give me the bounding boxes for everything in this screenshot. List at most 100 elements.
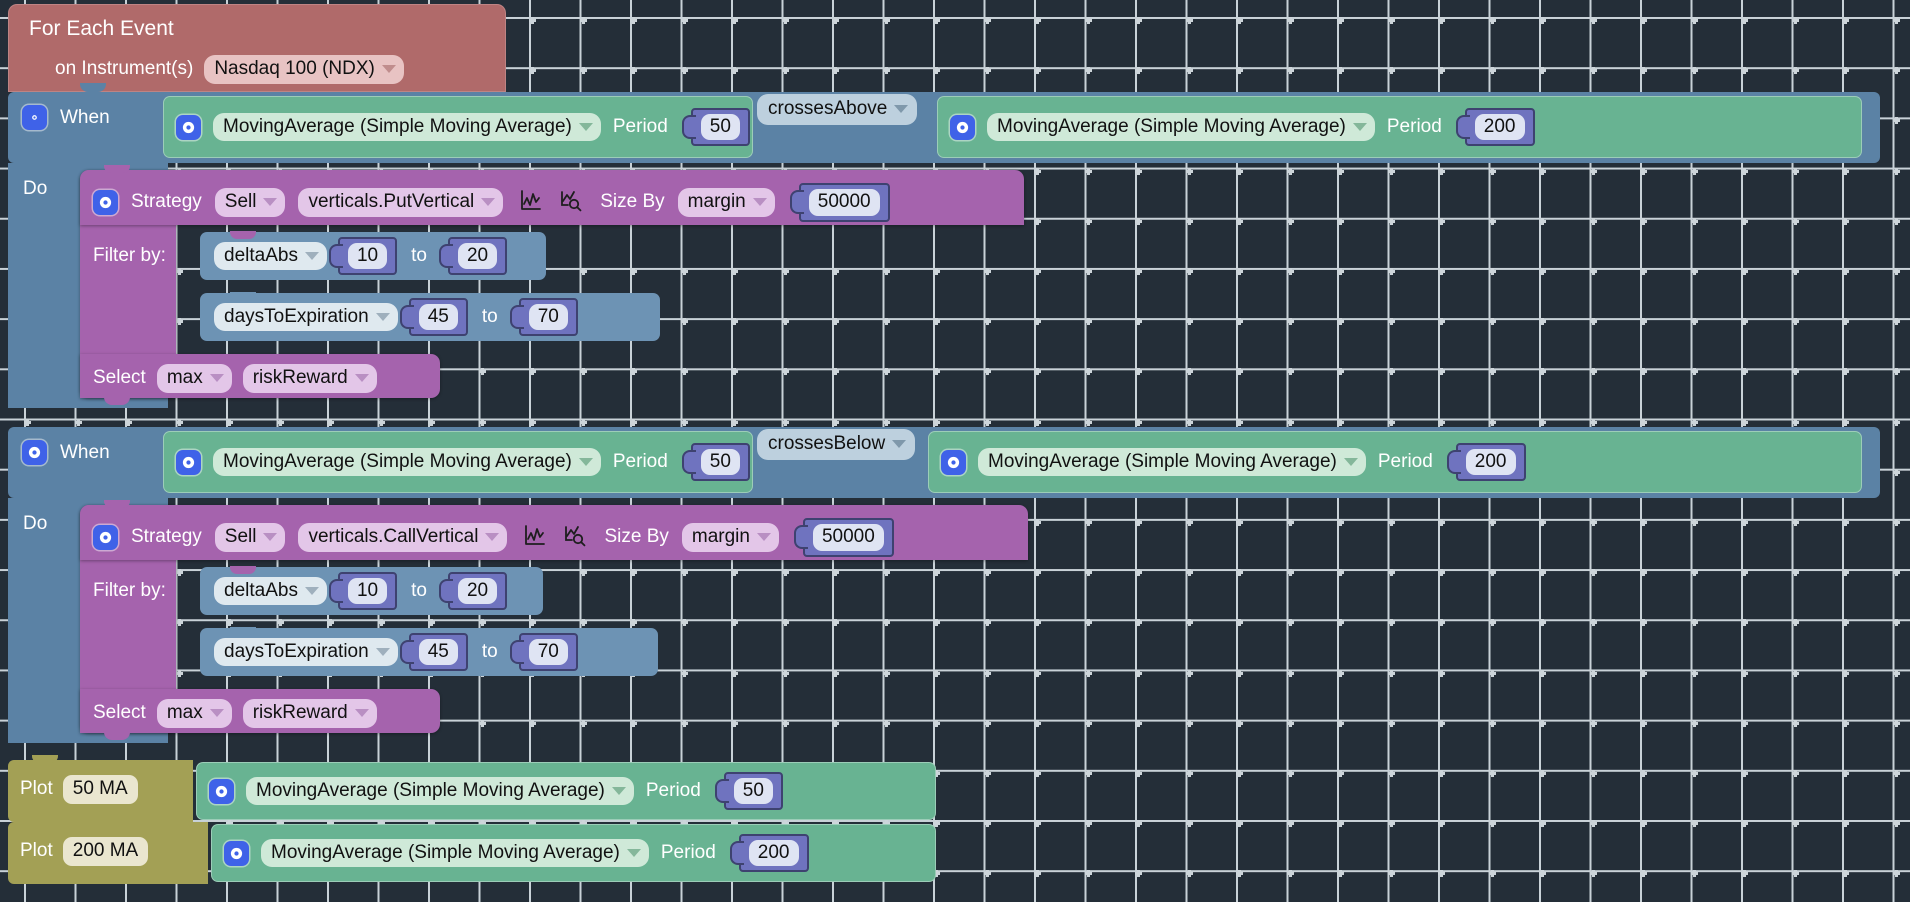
select-label-1: Select [93, 367, 146, 389]
block-connector-notch [104, 731, 130, 740]
chevron-down-icon [611, 786, 626, 795]
gear-icon[interactable] [950, 114, 975, 140]
when-header-2: When [22, 440, 110, 465]
chevron-down-icon [375, 312, 390, 321]
block-canvas[interactable]: For Each Event on Instrument(s) Nasdaq 1… [0, 0, 1910, 902]
size-by-label-2: Size By [604, 526, 669, 548]
gear-icon[interactable] [176, 114, 201, 140]
period-value-1-left[interactable]: 50 [690, 107, 750, 147]
filter-field-dropdown-2-0[interactable]: deltaAbs [214, 576, 327, 606]
gear-icon[interactable] [22, 440, 47, 465]
operator-dropdown-1[interactable]: crossesAbove [757, 94, 918, 125]
filter-field-dropdown-1-1[interactable]: daysToExpiration [214, 302, 398, 332]
filter-row-2-0[interactable]: deltaAbs 10 to 20 [200, 566, 543, 615]
instrument-label: on Instrument(s) [55, 58, 194, 80]
plot-period-value-1[interactable]: 50 [723, 771, 783, 811]
block-connector-notch [32, 755, 58, 763]
filter-field-dropdown-2-1[interactable]: daysToExpiration [214, 637, 398, 667]
strategy-template-dropdown-2[interactable]: verticals.CallVertical [298, 523, 508, 552]
filter-row-2-1[interactable]: daysToExpiration 45 to 70 [200, 627, 658, 676]
filter-from-1-1[interactable]: 45 [408, 297, 468, 337]
plot-period-value-2[interactable]: 200 [738, 833, 809, 873]
size-by-dropdown-2[interactable]: margin [681, 523, 779, 552]
indicator-dropdown-1-left[interactable]: MovingAverage (Simple Moving Average) [213, 112, 601, 142]
plot-row-1: Plot 50 MA [20, 775, 138, 804]
gear-icon[interactable] [176, 449, 201, 475]
chart-magnifier-icon[interactable] [563, 523, 587, 552]
chevron-down-icon [381, 64, 396, 73]
filter-to-1-0[interactable]: 20 [447, 236, 508, 276]
select-agg-dropdown-1[interactable]: max [156, 364, 232, 393]
indicator-block-2-left[interactable]: MovingAverage (Simple Moving Average) Pe… [163, 431, 753, 493]
period-label-2-left: Period [612, 451, 668, 472]
chevron-down-icon [209, 708, 224, 717]
plot-row-2: Plot 200 MA [20, 837, 149, 866]
gear-icon[interactable] [22, 105, 47, 130]
gear-icon[interactable] [93, 524, 118, 550]
indicator-block-1-right[interactable]: MovingAverage (Simple Moving Average) Pe… [937, 96, 1862, 158]
filter-field-dropdown-1-0[interactable]: deltaAbs [214, 241, 327, 271]
do-label-2: Do [23, 513, 48, 534]
chevron-down-icon [1343, 457, 1358, 466]
plot-indicator-block-2[interactable]: MovingAverage (Simple Moving Average) Pe… [211, 824, 936, 882]
operator-dropdown-2[interactable]: crossesBelow [757, 429, 916, 460]
chevron-down-icon [304, 586, 319, 595]
plot-name-1[interactable]: 50 MA [62, 775, 138, 804]
indicator-block-2-right[interactable]: MovingAverage (Simple Moving Average) Pe… [928, 431, 1862, 493]
chevron-down-icon [375, 647, 390, 656]
when-label-1: When [60, 106, 110, 128]
gear-icon[interactable] [93, 189, 118, 215]
gear-icon[interactable] [941, 449, 966, 475]
strategy-action-dropdown-2[interactable]: Sell [214, 523, 286, 552]
period-label-1-left: Period [612, 116, 668, 137]
size-amount-2[interactable]: 50000 [802, 518, 894, 557]
plot-name-2[interactable]: 200 MA [62, 837, 149, 866]
filter-to-2-0[interactable]: 20 [447, 571, 508, 611]
filter-row-1-0[interactable]: deltaAbs 10 to 20 [200, 231, 546, 280]
period-value-2-right[interactable]: 200 [1455, 442, 1526, 482]
size-by-dropdown-1[interactable]: margin [677, 188, 775, 217]
indicator-dropdown-2-left[interactable]: MovingAverage (Simple Moving Average) [213, 447, 601, 477]
filter-by-label-2: Filter by: [93, 580, 166, 601]
when-label-2: When [60, 441, 110, 463]
filter-to-2-1[interactable]: 70 [518, 632, 578, 672]
size-amount-1[interactable]: 50000 [798, 183, 890, 222]
filter-from-1-0[interactable]: 10 [337, 236, 398, 276]
indicator-block-1-left[interactable]: MovingAverage (Simple Moving Average) Pe… [163, 96, 753, 158]
for-each-event-block[interactable]: For Each Event on Instrument(s) Nasdaq 1… [8, 4, 506, 92]
instrument-dropdown[interactable]: Nasdaq 100 (NDX) [204, 55, 404, 84]
filter-from-2-1[interactable]: 45 [408, 632, 468, 672]
filter-to-1-1[interactable]: 70 [518, 297, 578, 337]
chevron-down-icon [578, 122, 593, 131]
indicator-dropdown-2-right[interactable]: MovingAverage (Simple Moving Average) [978, 447, 1366, 477]
period-value-1-right[interactable]: 200 [1464, 107, 1535, 147]
block-connector-notch [104, 500, 130, 508]
select-agg-dropdown-2[interactable]: max [156, 699, 232, 728]
gear-icon[interactable] [224, 840, 249, 866]
chevron-down-icon [1352, 122, 1367, 131]
indicator-dropdown-1-right[interactable]: MovingAverage (Simple Moving Average) [987, 112, 1375, 142]
strategy-action-dropdown-1[interactable]: Sell [214, 188, 286, 217]
filter-row-1-1[interactable]: daysToExpiration 45 to 70 [200, 292, 660, 341]
filter-from-2-0[interactable]: 10 [337, 571, 398, 611]
plot-indicator-dropdown-1[interactable]: MovingAverage (Simple Moving Average) [246, 776, 634, 806]
size-by-label-1: Size By [600, 191, 665, 213]
block-connector-notch [104, 165, 130, 173]
chevron-down-icon [354, 373, 369, 382]
select-field-dropdown-2[interactable]: riskReward [242, 699, 377, 728]
chart-magnifier-icon[interactable] [559, 188, 583, 217]
chevron-down-icon [304, 251, 319, 260]
plot-indicator-dropdown-2[interactable]: MovingAverage (Simple Moving Average) [261, 838, 649, 868]
chevron-down-icon [756, 532, 771, 541]
strategy-template-dropdown-1[interactable]: verticals.PutVertical [298, 188, 504, 217]
line-chart-icon[interactable] [523, 523, 547, 552]
chevron-down-icon [626, 848, 641, 857]
gear-icon[interactable] [209, 778, 234, 804]
line-chart-icon[interactable] [519, 188, 543, 217]
period-value-2-left[interactable]: 50 [690, 442, 750, 482]
chevron-down-icon [263, 197, 278, 206]
chevron-down-icon [209, 373, 224, 382]
select-field-dropdown-1[interactable]: riskReward [242, 364, 377, 393]
chevron-down-icon [481, 197, 496, 206]
plot-indicator-block-1[interactable]: MovingAverage (Simple Moving Average) Pe… [196, 762, 936, 820]
